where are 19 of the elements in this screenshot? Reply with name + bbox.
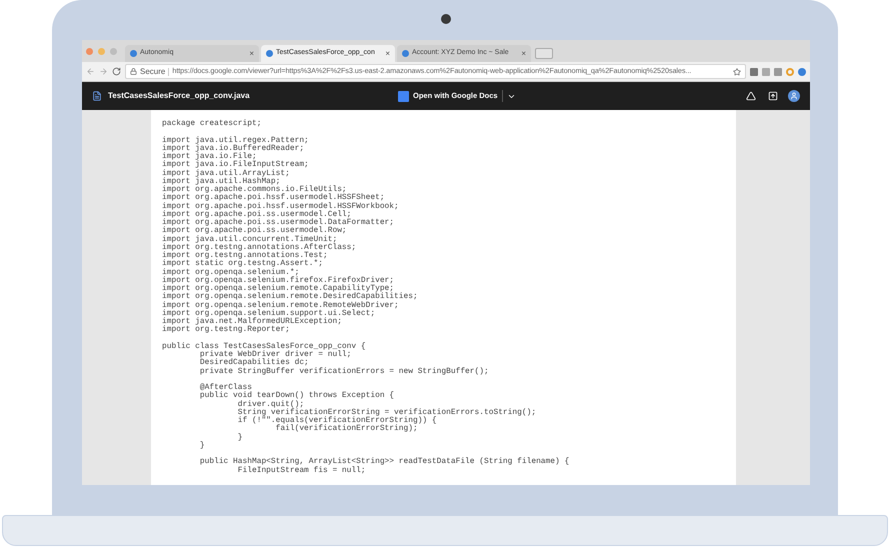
site-icon: [402, 50, 409, 57]
forward-icon[interactable]: [99, 67, 108, 76]
tab-close-button[interactable]: ×: [521, 50, 526, 58]
file-name: TestCasesSalesForce_opp_conv.java: [108, 90, 251, 102]
drive-icon[interactable]: [746, 91, 756, 101]
new-tab-button[interactable]: [535, 48, 553, 59]
site-icon: [266, 50, 273, 57]
docs-icon: [398, 90, 409, 102]
back-icon[interactable]: [86, 67, 95, 76]
popout-icon[interactable]: [768, 91, 778, 101]
tab-close-button[interactable]: ×: [249, 50, 254, 58]
reload-icon[interactable]: [112, 67, 121, 76]
tab-close-button[interactable]: ×: [385, 50, 390, 58]
document-icon: [92, 91, 102, 101]
avatar[interactable]: [788, 90, 800, 102]
bookmark-star-icon[interactable]: [733, 68, 741, 76]
site-icon: [130, 50, 137, 57]
lock-icon: [130, 68, 137, 75]
secure-label: Secure: [140, 66, 166, 78]
